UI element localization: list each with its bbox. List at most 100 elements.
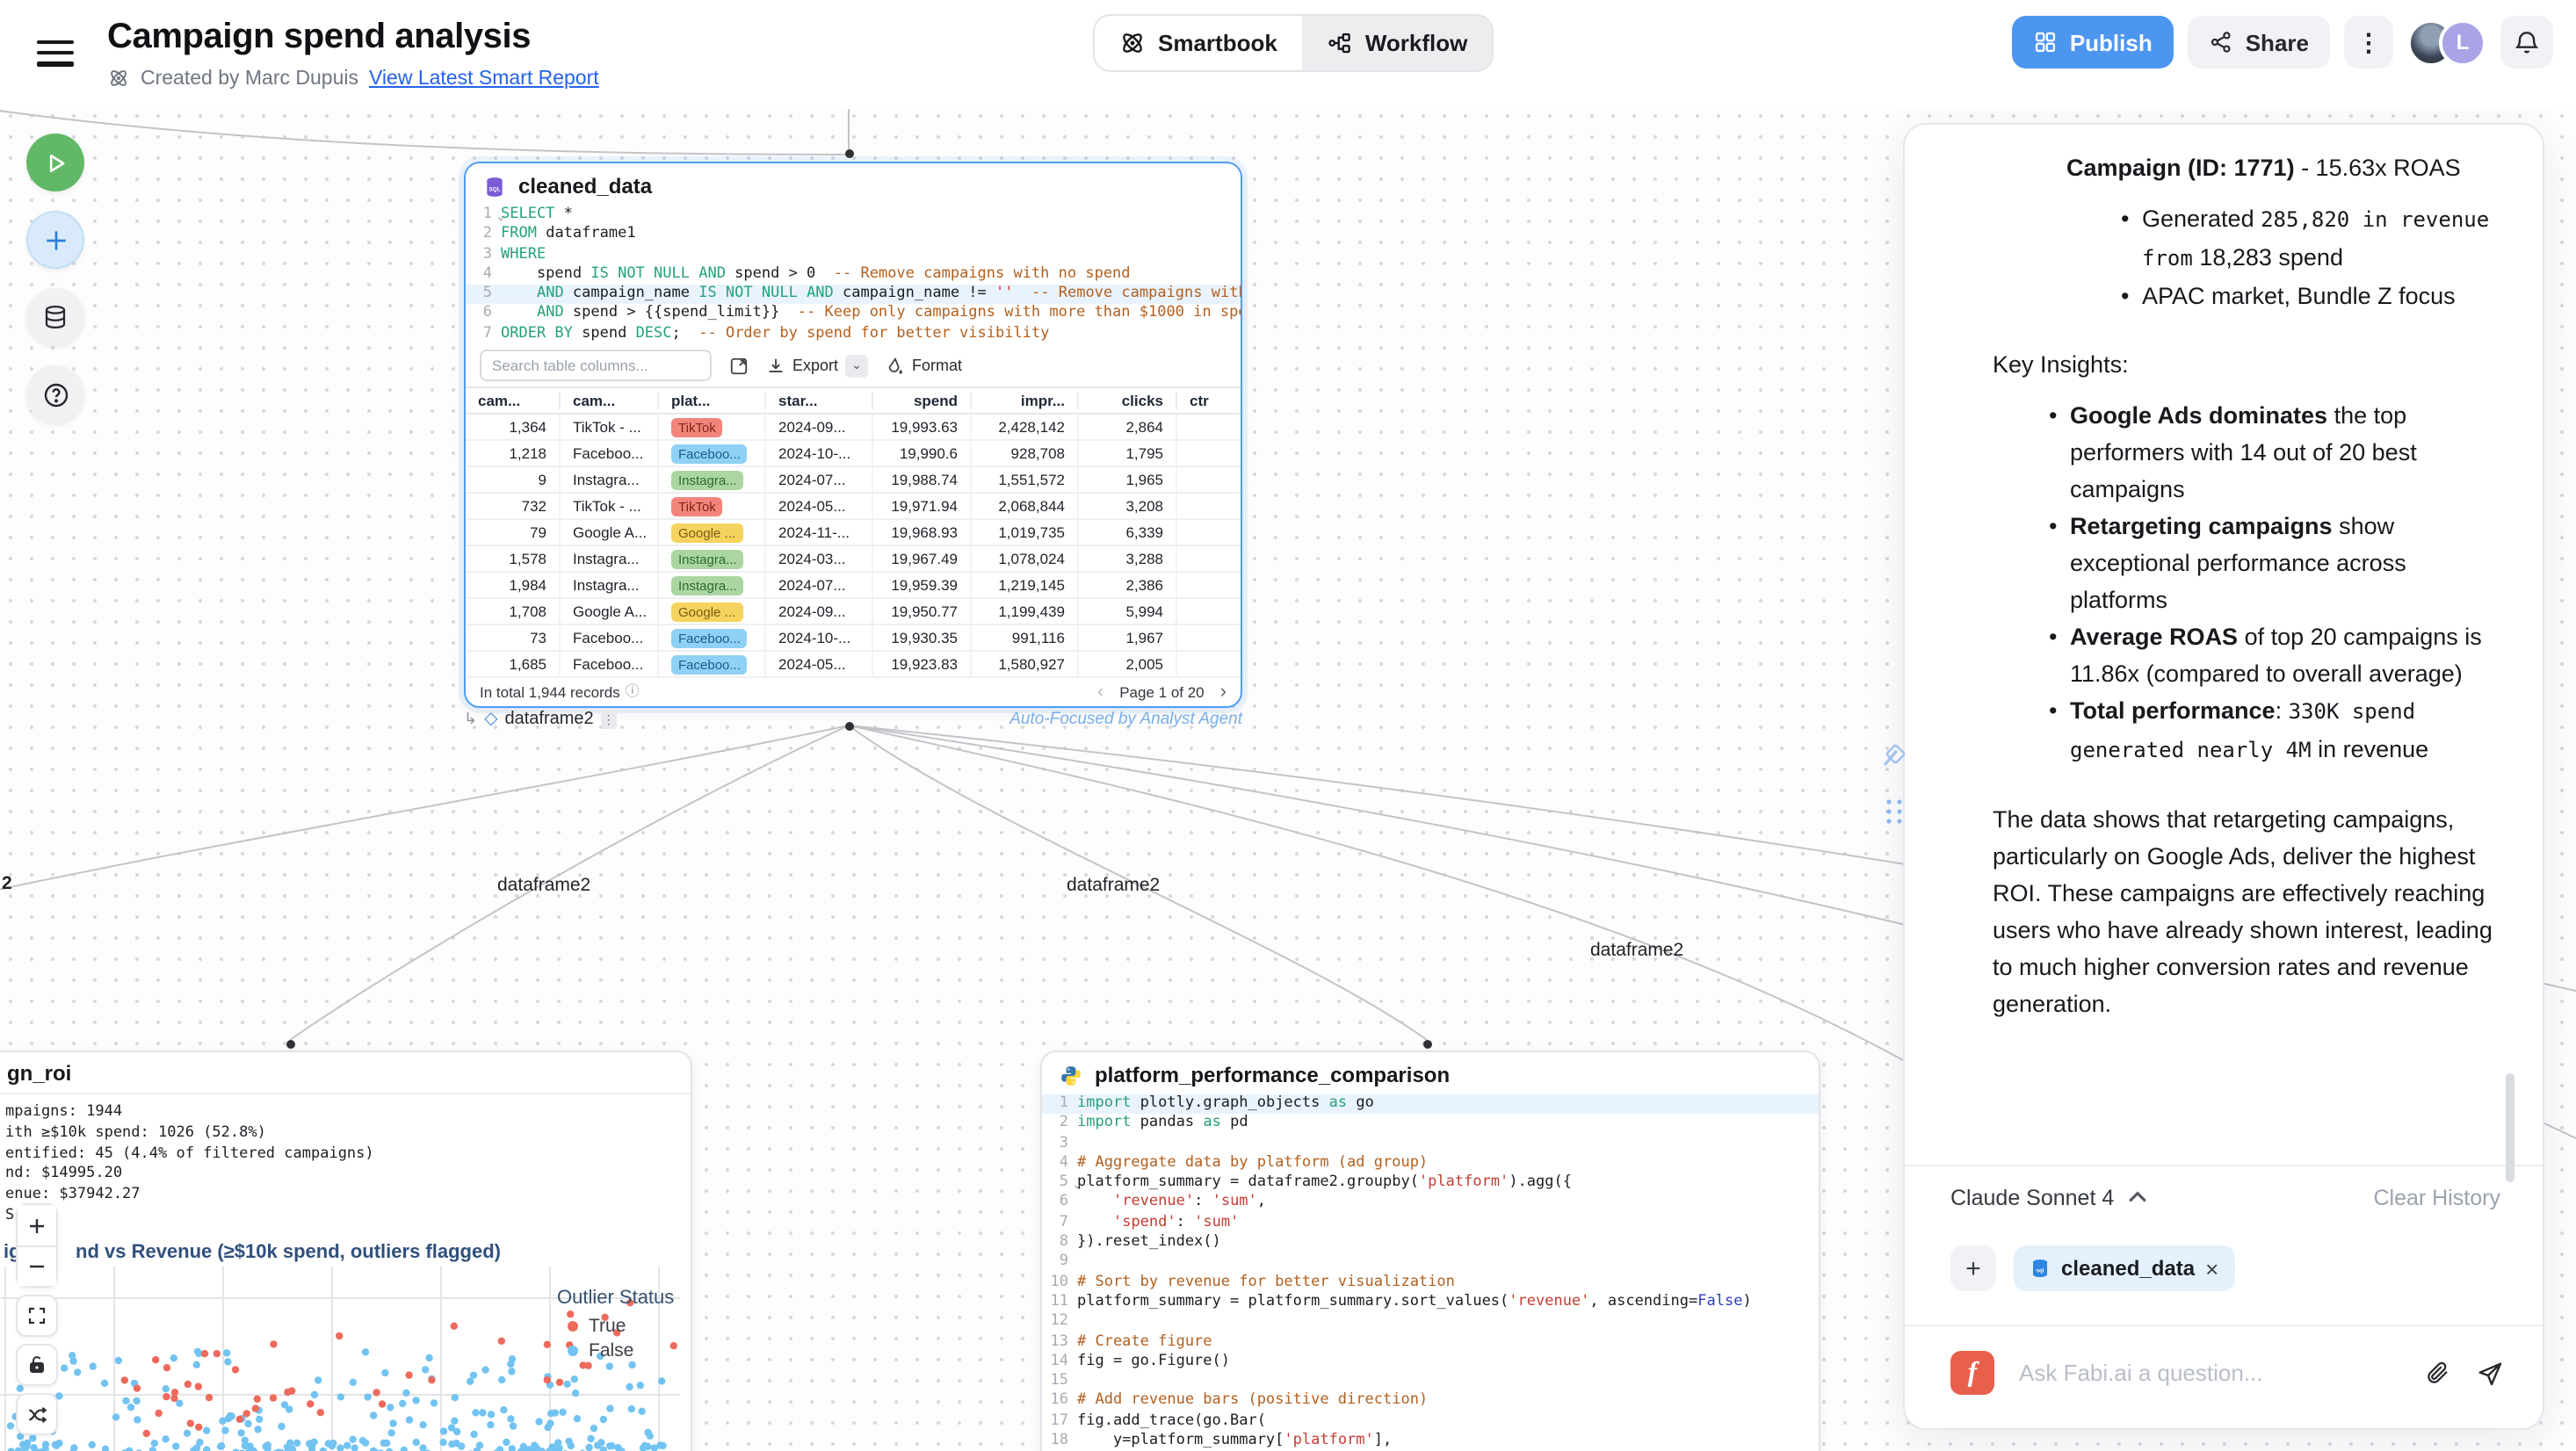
table-row[interactable]: 732TikTok - ...TikTok2024-05...19,971.94… [466,494,1241,520]
send-icon[interactable] [2476,1359,2504,1387]
context-chip-cleaned-data[interactable]: sql cleaned_data × [2014,1245,2234,1291]
node-card-header[interactable]: SQL cleaned_data [466,163,1241,206]
column-header[interactable]: clicks [1079,392,1177,409]
paperclip-icon[interactable] [2425,1360,2451,1386]
table-cell [1177,599,1242,624]
table-row[interactable]: 1,685Faceboo...Faceboo...2024-05...19,92… [466,652,1241,678]
table-cell: Faceboo... [659,652,766,676]
table-cell: 19,988.74 [873,467,972,492]
atom-icon [107,67,130,90]
edge-label-dataframe2[interactable]: dataframe2 [1590,940,1683,961]
publish-button[interactable]: Publish [2012,16,2174,69]
next-page-button[interactable]: › [1220,684,1226,698]
export-button[interactable]: Export ⌄ [766,354,868,377]
sql-database-icon: sql [2030,1258,2051,1279]
avatar-letter[interactable]: L [2439,18,2486,66]
platform-badge: Instagra... [671,575,744,595]
table-row[interactable]: 1,364TikTok - ...TikTok2024-09...19,993.… [466,415,1241,441]
output-handle[interactable] [845,722,854,731]
tab-smartbook[interactable]: Smartbook [1095,16,1302,70]
format-label: Format [912,357,962,374]
scrollbar-thumb[interactable] [2506,1073,2514,1182]
expand-table-button[interactable] [729,356,749,375]
node-card-header[interactable]: gn_roi [0,1052,691,1094]
node-card-header[interactable]: platform_performance_comparison [1042,1052,1819,1094]
table-row[interactable]: 1,218Faceboo...Faceboo...2024-10-...19,9… [466,441,1241,467]
pin-off-icon[interactable] [1880,743,1907,769]
table-cell: 1,578 [466,546,561,571]
sql-editor[interactable]: 1SELECT *2FROM dataframe13WHERE4 spend I… [466,206,1241,344]
shuffle-button[interactable] [16,1393,58,1435]
table-cell: TikTok [659,494,766,518]
table-row[interactable]: 73Faceboo...Faceboo...2024-10-...19,930.… [466,625,1241,652]
table-row[interactable]: 1,708Google A...Google ...2024-09...19,9… [466,599,1241,625]
plus-icon [26,1215,47,1236]
column-header[interactable]: cam... [466,392,561,409]
legend-title: Outlier Status [557,1288,674,1309]
chevron-up-icon [2128,1191,2147,1203]
table-row[interactable]: 79Google A...Google ...2024-11-...19,968… [466,520,1241,546]
table-row[interactable]: 1,578Instagra...Instagra...2024-03...19,… [466,546,1241,573]
input-handle[interactable] [845,149,854,158]
export-options-button[interactable]: ⌄ [845,354,868,377]
lock-axes-button[interactable] [16,1344,58,1386]
fullscreen-button[interactable] [16,1295,58,1337]
workflow-icon [1327,30,1353,56]
table-cell: 1,967 [1079,625,1177,650]
table-cell: 1,965 [1079,467,1177,492]
table-row[interactable]: 1,984Instagra...Instagra...2024-07...19,… [466,573,1241,599]
run-workflow-button[interactable] [26,134,84,191]
help-button[interactable] [26,365,84,423]
platform-badge: TikTok [671,417,723,437]
ask-question-input[interactable] [2015,1358,2404,1388]
format-button[interactable]: Format [886,356,962,375]
model-selector[interactable]: Claude Sonnet 4 [1950,1185,2147,1209]
legend-item-false[interactable]: False [557,1339,674,1363]
table-cell: 2024-03... [766,546,873,571]
column-header[interactable]: impr... [972,392,1079,409]
notifications-button[interactable] [2500,16,2553,69]
table-row[interactable]: 9Instagra...Instagra...2024-07...19,988.… [466,467,1241,494]
output-menu-button[interactable]: ⋮ [601,710,617,729]
column-header[interactable]: spend [873,392,972,409]
column-header[interactable]: ctr [1177,392,1242,409]
table-cell: 1,218 [466,441,561,466]
clear-history-button[interactable]: Clear History [2374,1185,2501,1209]
column-header[interactable]: star... [766,392,873,409]
zoom-in-button[interactable] [16,1203,58,1245]
table-cell: Instagra... [561,573,659,597]
legend-swatch [568,1321,578,1332]
edge-label-dataframe2[interactable]: dataframe2 [497,875,590,896]
output-dataframe-label[interactable]: dataframe2 [505,710,594,729]
assistant-messages[interactable]: Campaign (ID: 1771) - 15.63x ROAS Genera… [1905,125,2543,1165]
fold-icon[interactable] [1074,1175,1081,1194]
table-cell: 1,219,145 [972,573,1079,597]
remove-chip-icon[interactable]: × [2205,1255,2218,1281]
fold-icon[interactable] [497,207,504,226]
share-button[interactable]: Share [2188,16,2330,69]
view-latest-smart-report-link[interactable]: View Latest Smart Report [369,68,599,89]
edge-label-dataframe2[interactable]: dataframe2 [1067,875,1160,896]
drag-handle-icon[interactable] [1883,798,1904,826]
python-editor[interactable]: 1import plotly.graph_objects as go2impor… [1042,1094,1819,1451]
add-context-button[interactable]: + [1950,1245,1996,1291]
hamburger-menu-icon[interactable] [37,40,74,67]
chart-legend: Outlier Status True False [557,1288,674,1363]
more-menu-button[interactable]: ⋮ [2344,16,2393,69]
add-node-button[interactable] [26,211,84,269]
database-icon [42,304,69,330]
column-header[interactable]: plat... [659,392,766,409]
legend-item-true[interactable]: True [557,1314,674,1339]
table-cell: Faceboo... [561,652,659,676]
data-sources-button[interactable] [26,288,84,346]
prev-page-button[interactable]: ‹ [1097,684,1103,698]
plus-icon [41,226,69,254]
table-cell [1177,652,1242,676]
input-handle[interactable] [1423,1040,1432,1049]
column-header[interactable]: cam... [561,392,659,409]
zoom-out-button[interactable] [16,1245,58,1288]
input-handle[interactable] [286,1040,295,1049]
search-table-columns-input[interactable] [480,350,712,381]
info-icon [626,682,640,701]
tab-workflow[interactable]: Workflow [1302,16,1493,70]
